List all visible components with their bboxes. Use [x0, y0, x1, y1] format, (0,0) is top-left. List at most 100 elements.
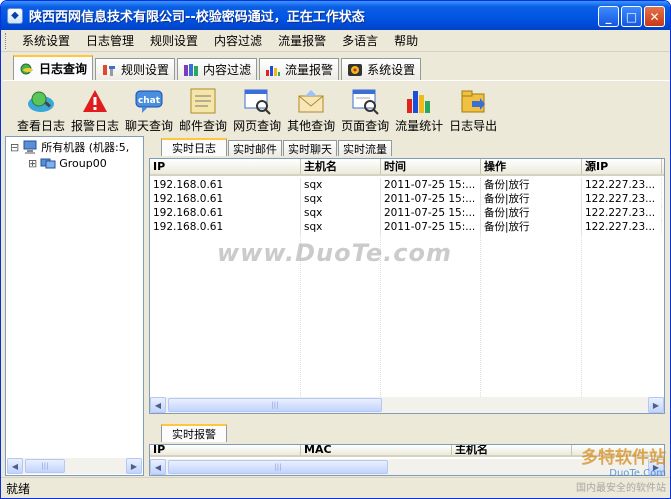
log-horizontal-scrollbar[interactable]: ◀ ||| ▶: [150, 397, 664, 413]
view-log-icon: [26, 87, 56, 115]
toolbar: 查看日志 报警日志 chat 聊天查询 邮件查询 网页查询 其他查询 页面查询 …: [3, 80, 670, 134]
other-query-button[interactable]: 其他查询: [287, 81, 335, 134]
tab-realtime-traffic[interactable]: 实时流量: [338, 140, 392, 156]
table-row[interactable]: 192.168.0.61 sqx 2011-07-25 15:... 备份|放行…: [150, 206, 664, 220]
column-header-hostname[interactable]: 主机名: [301, 159, 381, 174]
column-header-action[interactable]: 操作: [481, 159, 582, 174]
app-window: ◆ 陕西西网信息技术有限公司--校验密码通过，正在工作状态 _ □ ✕ 系统设置…: [0, 0, 671, 499]
cell-time: 2011-07-25 15:...: [381, 192, 481, 206]
cell-action: 备份|放行: [481, 178, 582, 192]
tab-label: 系统设置: [367, 63, 416, 77]
column-header-ip[interactable]: IP: [150, 445, 301, 455]
toolbar-label: 报警日志: [71, 119, 120, 133]
maximize-button[interactable]: □: [621, 6, 642, 27]
menu-system-settings[interactable]: 系统设置: [14, 30, 78, 51]
cell-time: 2011-07-25 15:...: [381, 178, 481, 192]
log-table[interactable]: IP 主机名 时间 操作 源IP 192.168.0.61 sqx 2011-0…: [149, 158, 665, 414]
chart-icon: [266, 65, 281, 76]
tab-realtime-alert[interactable]: 实时报警: [161, 424, 227, 442]
tab-system-settings[interactable]: 系统设置: [341, 58, 422, 80]
column-header-hostname[interactable]: 主机名: [452, 445, 572, 455]
expand-toggle[interactable]: ⊞: [28, 157, 37, 170]
brand-url: DuoTe.Com: [609, 468, 666, 479]
tab-realtime-chat[interactable]: 实时聊天: [283, 140, 337, 156]
page-search-icon: [350, 87, 380, 115]
toolbar-label: 邮件查询: [179, 119, 228, 133]
scroll-thumb[interactable]: |||: [168, 398, 382, 412]
tree-horizontal-scrollbar[interactable]: ◀ ||| ▶: [7, 458, 142, 474]
scroll-right-button[interactable]: ▶: [126, 458, 142, 474]
scroll-right-button[interactable]: ▶: [648, 397, 664, 413]
toolbar-label: 网页查询: [233, 119, 282, 133]
close-button[interactable]: ✕: [644, 6, 665, 27]
envelope-icon: [296, 87, 326, 115]
alert-tab-strip: 实时报警: [147, 424, 667, 442]
table-row[interactable]: 192.168.0.61 sqx 2011-07-25 15:... 备份|放行…: [150, 178, 664, 192]
tab-log-query[interactable]: 日志查询: [13, 55, 94, 80]
tree-root-label: 所有机器 (机器:5,: [41, 141, 130, 154]
column-header-mac[interactable]: MAC: [301, 445, 452, 455]
menu-bar: 系统设置 日志管理 规则设置 内容过滤 流量报警 多语言 帮助: [1, 30, 670, 52]
menu-rule-settings[interactable]: 规则设置: [142, 30, 206, 51]
mail-query-button[interactable]: 邮件查询: [179, 81, 227, 134]
webpage-query-button[interactable]: 网页查询: [233, 81, 281, 134]
menu-traffic-alert[interactable]: 流量报警: [270, 30, 334, 51]
menu-log-management[interactable]: 日志管理: [78, 30, 142, 51]
column-header-time[interactable]: 时间: [381, 159, 481, 174]
webpage-icon: [242, 87, 272, 115]
cell-ip: 192.168.0.61: [150, 178, 301, 192]
log-table-body: 192.168.0.61 sqx 2011-07-25 15:... 备份|放行…: [150, 178, 664, 397]
brand-slogan: 国内最安全的软件站: [576, 483, 666, 494]
traffic-stats-button[interactable]: 流量统计: [395, 81, 443, 134]
svg-text:chat: chat: [138, 96, 161, 106]
scroll-left-button[interactable]: ◀: [7, 458, 23, 474]
scroll-thumb[interactable]: |||: [168, 460, 388, 474]
tab-realtime-mail[interactable]: 实时邮件: [228, 140, 282, 156]
tab-realtime-log[interactable]: 实时日志: [161, 138, 227, 156]
tab-rule-settings[interactable]: 规则设置: [95, 58, 176, 80]
title-bar[interactable]: ◆ 陕西西网信息技术有限公司--校验密码通过，正在工作状态 _ □ ✕: [1, 1, 670, 30]
tab-label: 日志查询: [39, 62, 88, 76]
menu-help[interactable]: 帮助: [386, 30, 426, 51]
chat-query-button[interactable]: chat 聊天查询: [125, 81, 173, 134]
tree-item-group00[interactable]: ⊞ Group00: [6, 155, 143, 171]
window-title: 陕西西网信息技术有限公司--校验密码通过，正在工作状态: [29, 10, 365, 25]
table-row[interactable]: 192.168.0.61 sqx 2011-07-25 15:... 备份|放行…: [150, 192, 664, 206]
settings-icon: [348, 63, 363, 76]
view-log-button[interactable]: 查看日志: [17, 81, 65, 134]
toolbar-label: 查看日志: [17, 119, 66, 133]
column-header-ip[interactable]: IP: [150, 159, 301, 174]
alert-log-button[interactable]: 报警日志: [71, 81, 119, 134]
status-bar: 就绪: [1, 477, 670, 498]
minimize-button[interactable]: _: [598, 6, 619, 27]
log-export-button[interactable]: 日志导出: [449, 81, 497, 134]
cell-action: 备份|放行: [481, 220, 582, 234]
cell-hostname: sqx: [301, 178, 381, 192]
cell-hostname: sqx: [301, 206, 381, 220]
group-icon: [40, 158, 56, 169]
cell-source-ip: 122.227.23...: [582, 192, 662, 206]
table-row[interactable]: 192.168.0.61 sqx 2011-07-25 15:... 备份|放行…: [150, 220, 664, 234]
app-shield-icon: ◆: [7, 7, 23, 24]
page-query-button[interactable]: 页面查询: [341, 81, 389, 134]
menu-content-filter[interactable]: 内容过滤: [206, 30, 270, 51]
collapse-toggle[interactable]: ⊟: [10, 141, 19, 154]
cell-ip: 192.168.0.61: [150, 220, 301, 234]
scroll-left-button[interactable]: ◀: [150, 459, 166, 475]
scroll-thumb[interactable]: |||: [25, 459, 65, 473]
scroll-left-button[interactable]: ◀: [150, 397, 166, 413]
toolbar-label: 日志导出: [449, 119, 498, 133]
column-header-source-ip[interactable]: 源IP: [582, 159, 662, 174]
machine-tree-panel: ⊟ 所有机器 (机器:5, ⊞ Group00 ◀ ||| ▶: [5, 136, 144, 476]
cell-hostname: sqx: [301, 220, 381, 234]
menu-language[interactable]: 多语言: [334, 30, 386, 51]
chat-icon: chat: [134, 87, 164, 115]
tab-content-filter[interactable]: 内容过滤: [177, 58, 258, 80]
tree-root[interactable]: ⊟ 所有机器 (机器:5,: [6, 139, 143, 155]
tab-traffic-alert[interactable]: 流量报警: [259, 58, 340, 80]
cell-ip: 192.168.0.61: [150, 192, 301, 206]
mail-icon: [188, 87, 218, 115]
brand-watermark: 多特软件站 DuoTe.Com 国内最安全的软件站: [576, 443, 666, 494]
tools-icon: [103, 64, 116, 76]
cell-source-ip: 122.227.23...: [582, 220, 662, 234]
